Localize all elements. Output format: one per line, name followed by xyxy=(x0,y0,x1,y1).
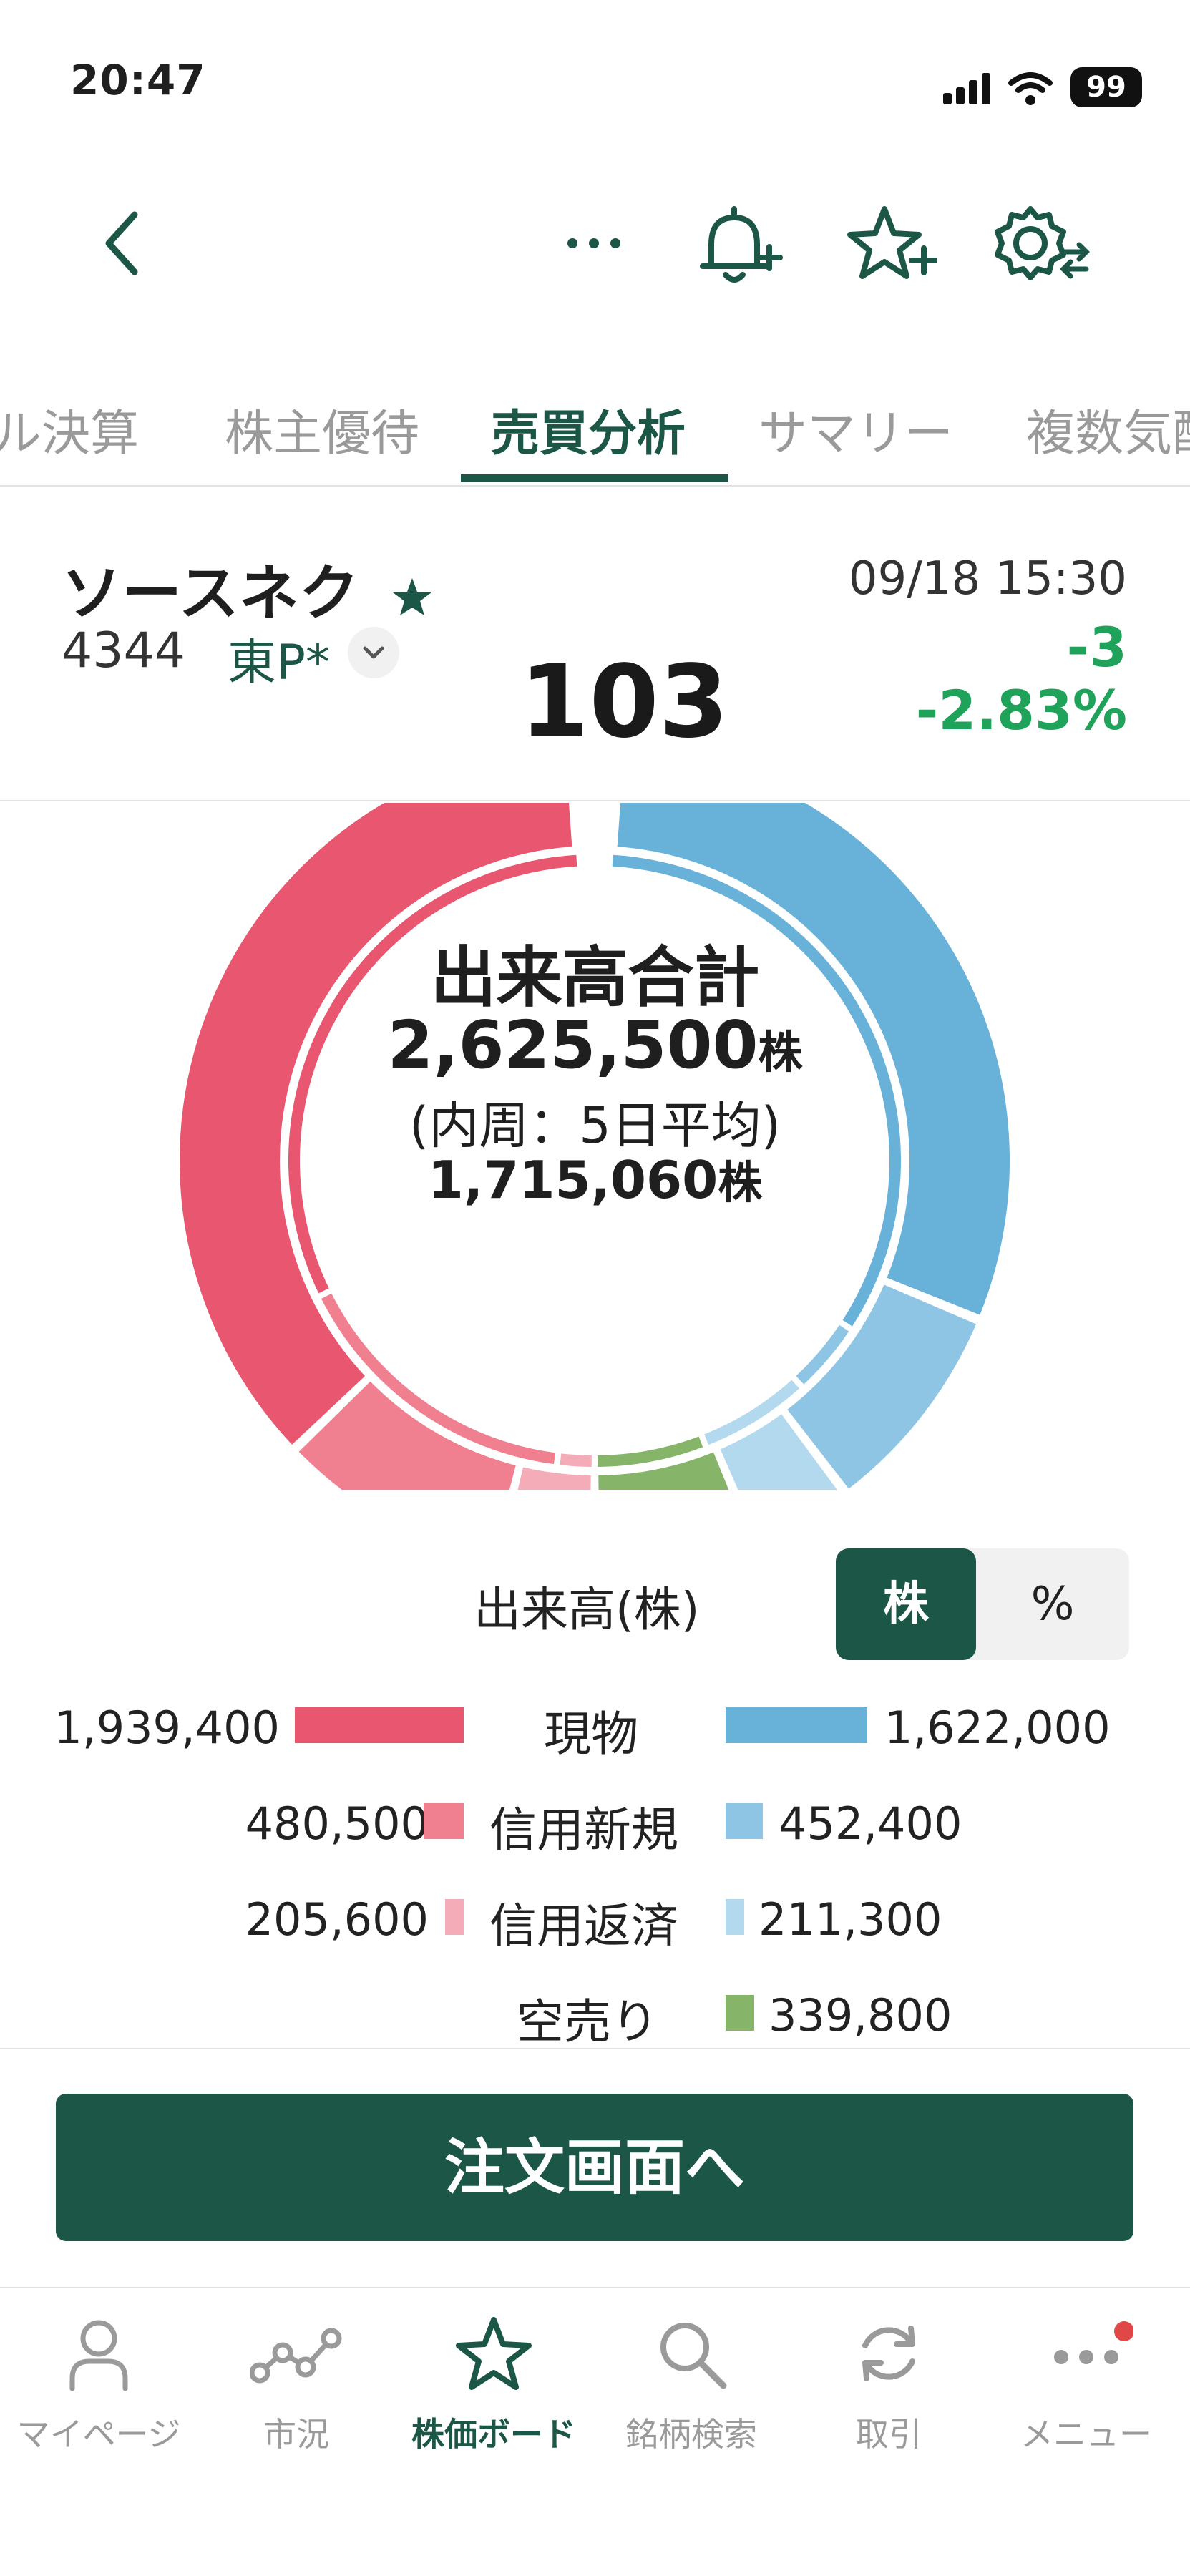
donut-average-unit: 株 xyxy=(718,1156,763,1209)
tabbar-item-mypage[interactable]: マイページ xyxy=(0,2314,197,2472)
stock-header: ソースネク 4344 東P* 09/18 15:30 103 -3 -2.83% xyxy=(0,487,1190,801)
tabbar-item-search[interactable]: 銘柄検索 xyxy=(592,2314,790,2472)
stock-datetime: 09/18 15:30 xyxy=(848,552,1127,605)
stock-market[interactable]: 東P* xyxy=(228,623,330,693)
volume-donut-chart: 出来高合計 2,625,500株 (内周：5日平均) 1,715,060株 xyxy=(0,803,1190,1490)
notification-dot xyxy=(1114,2321,1133,2341)
row-label-short-sell: 空売り xyxy=(517,1994,658,2049)
search-icon xyxy=(660,2323,727,2389)
sell-margin-new-bar xyxy=(726,1803,763,1839)
buy-spot-bar xyxy=(295,1707,464,1743)
tabbar-label: 市況 xyxy=(263,2415,329,2454)
row-label-margin-repay: 信用返済 xyxy=(489,1898,678,1953)
donut-total-unit: 株 xyxy=(758,1026,803,1078)
tab-financial-results[interactable]: ル決算 xyxy=(0,394,139,464)
tabbar-label: 株価ボード xyxy=(411,2415,576,2454)
unit-toggle: 株 % xyxy=(836,1548,1129,1660)
tabbar-item-stock-board[interactable]: 株価ボード xyxy=(395,2314,592,2472)
donut-average: 1,715,060株 xyxy=(0,1146,1190,1211)
status-icons: 99 xyxy=(943,66,1151,109)
toggle-shares-button[interactable]: 株 xyxy=(836,1548,976,1660)
tabbar-item-menu[interactable]: メニュー xyxy=(987,2314,1185,2472)
tab-summary[interactable]: サマリー xyxy=(759,394,953,464)
buy-margin-repay-bar xyxy=(445,1899,464,1935)
tabbar-label: 取引 xyxy=(856,2415,922,2454)
stock-price: 103 xyxy=(520,644,729,761)
battery-indicator: 99 xyxy=(1070,67,1142,107)
short-sell-bar xyxy=(726,1995,754,2031)
favorite-star-icon xyxy=(393,578,432,616)
more-icon xyxy=(1054,2321,1133,2364)
buy-margin-repay-value: 205,600 xyxy=(245,1893,429,1946)
add-favorite-star-icon[interactable] xyxy=(844,202,937,291)
sell-margin-new-value: 452,400 xyxy=(779,1797,962,1850)
more-icon[interactable] xyxy=(562,229,627,258)
volume-title: 出来高(株) xyxy=(474,1582,700,1637)
stock-name: ソースネク xyxy=(62,545,434,632)
sell-spot-value: 1,622,000 xyxy=(884,1702,1111,1754)
sell-spot-bar xyxy=(726,1707,867,1743)
divider xyxy=(0,2048,1190,2049)
tabbar-label: メニュー xyxy=(1020,2415,1152,2454)
order-screen-button[interactable]: 注文画面へ xyxy=(56,2094,1133,2241)
active-tab-indicator xyxy=(461,474,728,482)
buy-margin-new-value: 480,500 xyxy=(245,1797,429,1850)
detail-tabs: ル決算 株主優待 売買分析 サマリー 複数気配 xyxy=(0,372,1190,487)
toggle-percent-button[interactable]: % xyxy=(976,1548,1129,1660)
add-alert-bell-icon[interactable] xyxy=(694,203,783,292)
stock-code: 4344 xyxy=(62,623,186,679)
stock-change-percent: -2.83% xyxy=(915,678,1127,742)
tab-shareholder-benefits[interactable]: 株主優待 xyxy=(225,394,419,464)
short-sell-value: 339,800 xyxy=(769,1989,952,2041)
donut-segment-sell-margin-new xyxy=(787,1284,977,1489)
sell-margin-repay-value: 211,300 xyxy=(759,1893,942,1946)
donut-title: 出来高合計 xyxy=(430,940,760,1016)
refresh-icon xyxy=(862,2326,915,2381)
buy-spot-value: 1,939,400 xyxy=(54,1702,280,1754)
tabbar-item-market[interactable]: 市況 xyxy=(197,2314,395,2472)
stock-change: -3 xyxy=(1066,615,1127,679)
status-time: 20:47 xyxy=(70,56,206,104)
sell-margin-repay-bar xyxy=(726,1899,744,1935)
tab-trade-analysis[interactable]: 売買分析 xyxy=(491,394,686,464)
tabbar-label: マイページ xyxy=(16,2415,181,2454)
market-chevron-down-icon[interactable] xyxy=(348,627,399,678)
tab-multiple-quotes[interactable]: 複数気配 xyxy=(1026,394,1190,464)
donut-total-value: 2,625,500 xyxy=(387,1007,759,1083)
buy-margin-new-bar xyxy=(424,1803,464,1839)
back-chevron-icon[interactable] xyxy=(100,208,143,279)
bottom-tab-bar: マイページ 市況 株価ボード 銘柄検索 取引 メニュー xyxy=(0,2287,1190,2576)
stock-name-text: ソースネク xyxy=(62,558,359,628)
row-label-spot: 現物 xyxy=(544,1707,638,1762)
tabbar-label: 銘柄検索 xyxy=(625,2415,757,2454)
signal-wifi-icon xyxy=(943,72,1053,105)
row-label-margin-new: 信用新規 xyxy=(489,1802,678,1858)
tabbar-item-trade[interactable]: 取引 xyxy=(790,2314,987,2472)
donut-total: 2,625,500株 xyxy=(0,1007,1190,1083)
market-chart-icon xyxy=(250,2328,342,2384)
settings-gear-icon[interactable] xyxy=(990,200,1091,289)
donut-inner-ring-segment xyxy=(560,1453,592,1467)
person-icon xyxy=(69,2320,128,2391)
donut-average-value: 1,715,060 xyxy=(427,1150,718,1210)
star-icon xyxy=(456,2317,532,2390)
